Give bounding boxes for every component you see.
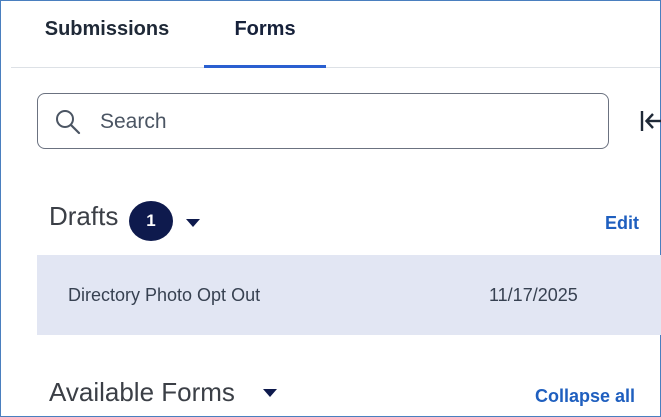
collapse-all-button[interactable]: Collapse all [535, 386, 635, 407]
search-input[interactable] [98, 102, 602, 142]
tab-submissions[interactable]: Submissions [11, 1, 203, 67]
edit-drafts-button[interactable]: Edit [605, 213, 639, 234]
caret-down-icon[interactable] [263, 389, 277, 397]
search-icon [56, 110, 81, 135]
drafts-count-badge: 1 [129, 201, 173, 241]
draft-name: Directory Photo Opt Out [68, 285, 261, 305]
tab-forms[interactable]: Forms [204, 1, 326, 68]
draft-date: 11/17/2025 [489, 285, 578, 305]
drafts-heading[interactable]: Drafts [49, 201, 118, 232]
draft-row[interactable]: Directory Photo Opt Out 11/17/2025 [37, 255, 661, 335]
app-frame: Submissions Forms Drafts 1 Edit Director… [0, 0, 661, 417]
search-box[interactable] [37, 93, 609, 149]
tab-bar: Submissions Forms [11, 1, 660, 68]
available-forms-heading[interactable]: Available Forms [49, 377, 235, 408]
collapse-panel-icon[interactable] [639, 105, 661, 137]
caret-down-icon[interactable] [186, 219, 200, 227]
